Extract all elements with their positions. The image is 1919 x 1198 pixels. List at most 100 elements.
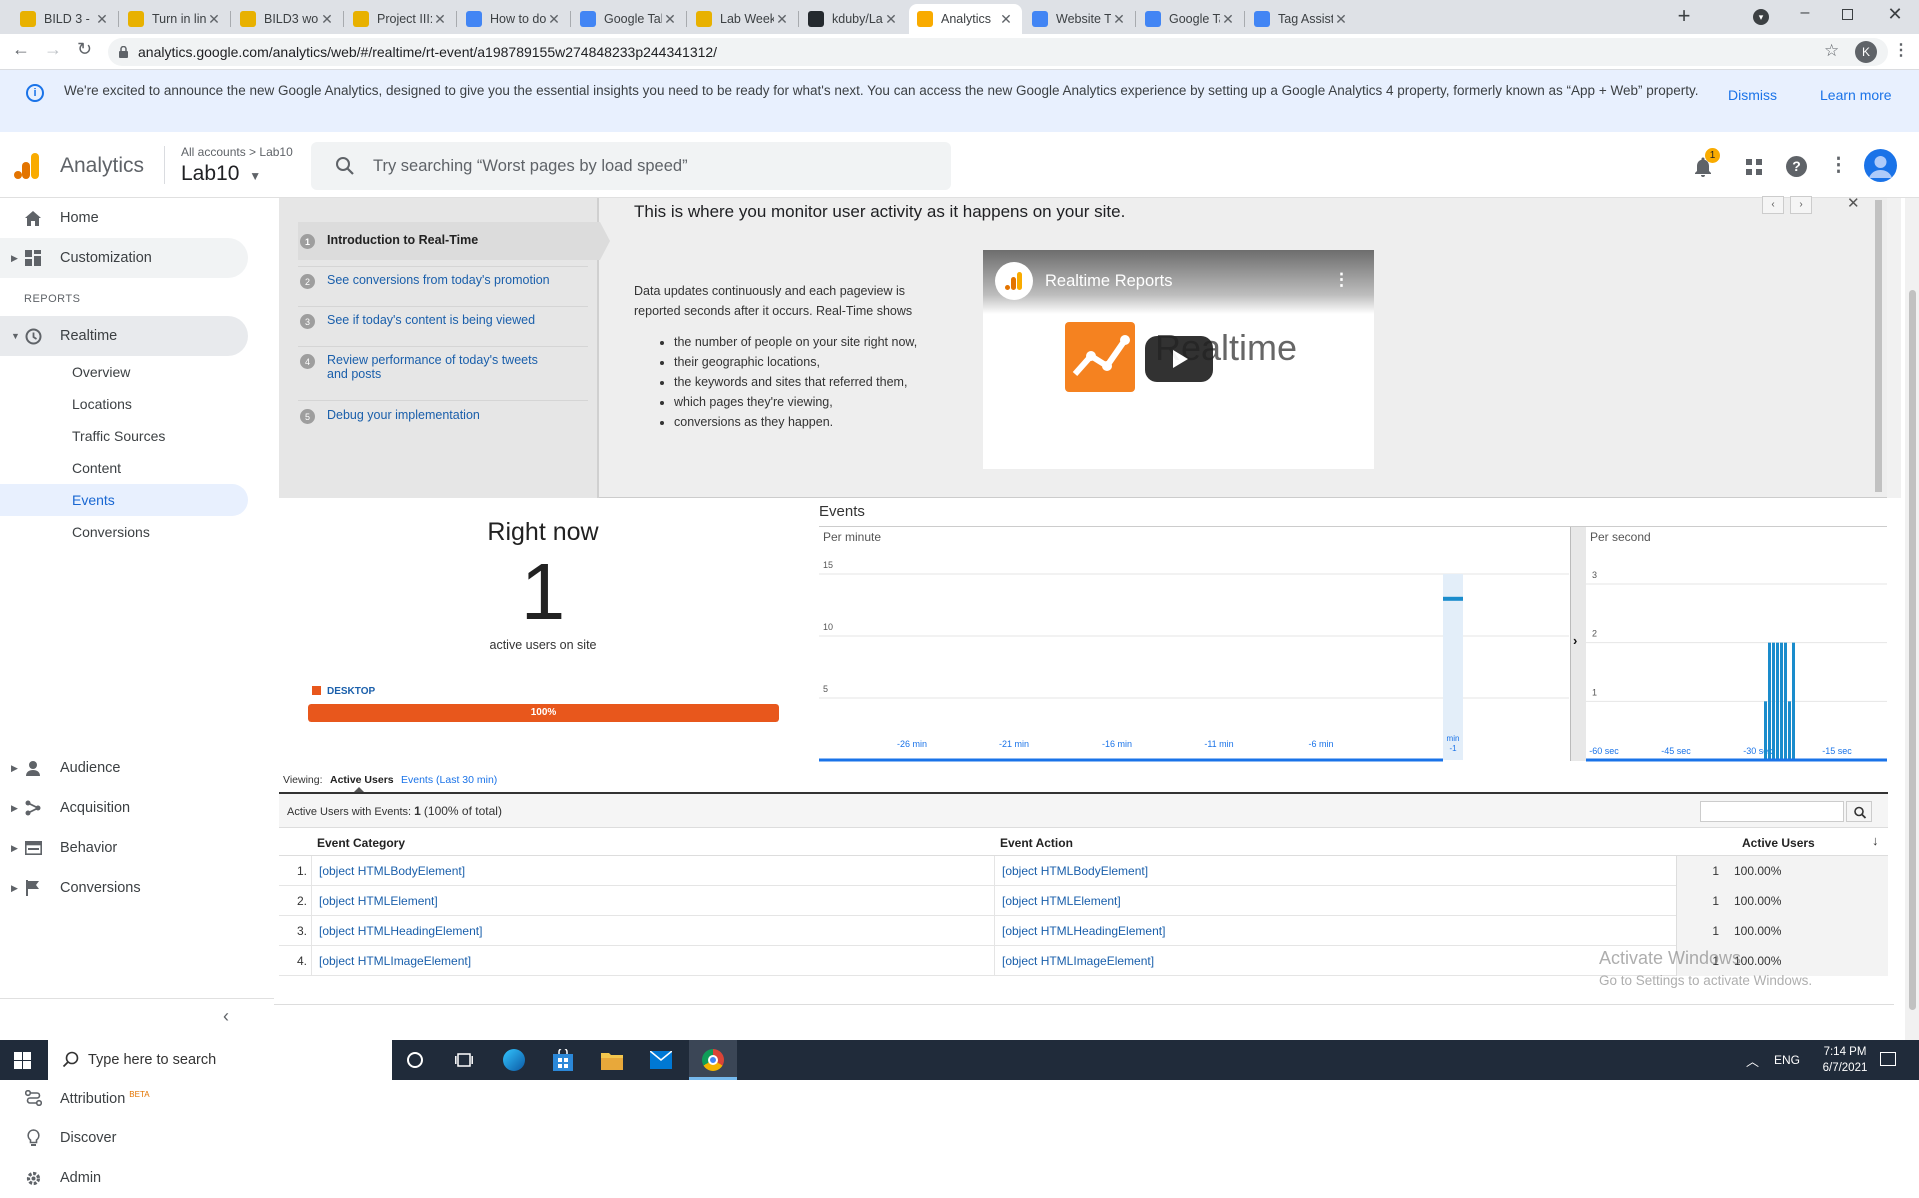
cortana-icon[interactable]: [407, 1052, 423, 1068]
language-indicator[interactable]: ENG: [1774, 1053, 1800, 1067]
taskbar-search-box[interactable]: Type here to search: [48, 1040, 392, 1080]
sidebar-subitem-overview[interactable]: Overview: [0, 356, 248, 388]
mail-icon[interactable]: [649, 1050, 673, 1069]
dismiss-button[interactable]: Dismiss: [1728, 85, 1777, 105]
browser-menu-icon[interactable]: ⋮: [1893, 40, 1909, 60]
tab-close-icon[interactable]: ✕: [432, 11, 448, 28]
collapse-sidebar-icon[interactable]: ‹: [223, 1006, 229, 1027]
browser-tab[interactable]: Tag Assistant✕: [1246, 4, 1357, 34]
event-action-link[interactable]: [object HTMLHeadingElement]: [1002, 924, 1165, 938]
breadcrumb-property[interactable]: Lab10: [259, 145, 292, 159]
tab-close-icon[interactable]: ✕: [1111, 11, 1127, 28]
new-tab-button[interactable]: +: [1673, 5, 1695, 28]
intro-step-2[interactable]: 2 See conversions from today's promotion: [300, 273, 590, 289]
sidebar-item-admin[interactable]: Admin: [0, 1158, 248, 1198]
play-button[interactable]: [1145, 336, 1213, 382]
browser-tab[interactable]: Lab Week 10✕: [688, 4, 798, 34]
close-window-button[interactable]: ✕: [1885, 4, 1905, 25]
sidebar-subitem-events[interactable]: Events: [0, 484, 248, 516]
breadcrumb[interactable]: All accounts > Lab10: [181, 145, 293, 159]
apps-grid-icon[interactable]: [1745, 158, 1763, 176]
browser-tab[interactable]: Project III: Pri✕: [345, 4, 456, 34]
event-category-link[interactable]: [object HTMLElement]: [319, 894, 438, 908]
forward-icon[interactable]: →: [44, 39, 62, 60]
event-category-link[interactable]: [object HTMLImageElement]: [319, 954, 471, 968]
tab-search-icon[interactable]: ▾: [1753, 9, 1769, 25]
account-avatar[interactable]: [1864, 149, 1897, 182]
profile-avatar[interactable]: K: [1855, 41, 1877, 63]
sidebar-item-customization[interactable]: ▶ Customization: [0, 238, 248, 278]
restore-window-button[interactable]: [1842, 9, 1853, 20]
reload-icon[interactable]: ↻: [77, 39, 92, 60]
property-selector[interactable]: Lab10 ▼: [181, 162, 261, 186]
sidebar-subitem-locations[interactable]: Locations: [0, 388, 248, 420]
browser-tab[interactable]: Website Tag M✕: [1024, 4, 1135, 34]
tray-chevron-icon[interactable]: ︿: [1746, 1051, 1759, 1070]
tab-close-icon[interactable]: ✕: [883, 11, 899, 28]
sort-descending-icon[interactable]: ↓: [1872, 833, 1879, 848]
browser-tab[interactable]: kduby/Lab10✕: [800, 4, 907, 34]
intro-step-5[interactable]: 5 Debug your implementation: [300, 408, 590, 424]
chart-expand-arrow-icon[interactable]: ›: [1573, 633, 1577, 648]
tab-close-icon[interactable]: ✕: [774, 11, 790, 28]
tab-close-icon[interactable]: ✕: [1333, 11, 1349, 28]
sidebar-item-acquisition[interactable]: ▶ Acquisition: [0, 788, 248, 828]
intro-step-3[interactable]: 3 See if today's content is being viewed: [300, 313, 590, 329]
file-explorer-icon[interactable]: [601, 1050, 623, 1070]
event-action-link[interactable]: [object HTMLElement]: [1002, 894, 1121, 908]
tab-close-icon[interactable]: ✕: [546, 11, 562, 28]
tab-close-icon[interactable]: ✕: [662, 11, 678, 28]
sidebar-subitem-traffic-sources[interactable]: Traffic Sources: [0, 420, 248, 452]
clock[interactable]: 7:14 PM 6/7/2021: [1810, 1044, 1880, 1076]
tab-close-icon[interactable]: ✕: [1220, 11, 1236, 28]
sidebar-item-realtime[interactable]: ▼ Realtime: [0, 316, 248, 356]
minimize-window-button[interactable]: –: [1795, 4, 1815, 22]
tab-close-icon[interactable]: ✕: [319, 11, 335, 28]
sidebar-item-conversions[interactable]: ▶ Conversions: [0, 868, 248, 908]
intro-prev-arrow[interactable]: ‹: [1762, 196, 1784, 214]
col-header-event-category[interactable]: Event Category: [317, 836, 405, 850]
browser-tab[interactable]: Analytics ✕: [909, 4, 1022, 34]
event-action-link[interactable]: [object HTMLImageElement]: [1002, 954, 1154, 968]
event-category-link[interactable]: [object HTMLHeadingElement]: [319, 924, 482, 938]
intro-close-icon[interactable]: ✕: [1847, 194, 1860, 212]
edge-icon[interactable]: [503, 1049, 525, 1071]
intro-scrollbar-thumb[interactable]: [1875, 200, 1882, 492]
video-menu-icon[interactable]: ⋮: [1333, 270, 1350, 290]
tab-events-last-30[interactable]: Events (Last 30 min): [401, 774, 497, 786]
sidebar-item-home[interactable]: Home: [0, 198, 248, 238]
browser-tab[interactable]: BILD 3 - Orga✕: [12, 4, 118, 34]
breadcrumb-all-accounts[interactable]: All accounts: [181, 145, 246, 159]
page-scrollbar-thumb[interactable]: [1909, 290, 1916, 1010]
more-options-icon[interactable]: ⋮: [1829, 154, 1848, 177]
browser-tab[interactable]: BILD3 worksh✕: [232, 4, 343, 34]
help-icon[interactable]: ?: [1786, 156, 1807, 177]
sidebar-subitem-conversions[interactable]: Conversions: [0, 516, 248, 548]
event-action-link[interactable]: [object HTMLBodyElement]: [1002, 864, 1148, 878]
task-view-icon[interactable]: [455, 1052, 473, 1068]
notification-center-icon[interactable]: [1880, 1052, 1896, 1066]
intro-step-1[interactable]: 1 Introduction to Real-Time: [300, 233, 590, 249]
col-header-active-users[interactable]: Active Users: [1742, 836, 1815, 850]
sidebar-item-audience[interactable]: ▶ Audience: [0, 748, 248, 788]
event-category-link[interactable]: [object HTMLBodyElement]: [319, 864, 465, 878]
sidebar-subitem-content[interactable]: Content: [0, 452, 248, 484]
tab-active-users[interactable]: Active Users: [330, 774, 394, 786]
tab-close-icon[interactable]: ✕: [998, 11, 1014, 28]
intro-next-arrow[interactable]: ›: [1790, 196, 1812, 214]
table-filter-input[interactable]: [1700, 801, 1844, 822]
sidebar-item-behavior[interactable]: ▶ Behavior: [0, 828, 248, 868]
back-icon[interactable]: ←: [12, 39, 30, 60]
store-icon[interactable]: [553, 1047, 573, 1071]
bookmark-star-icon[interactable]: ☆: [1824, 41, 1839, 61]
tab-close-icon[interactable]: ✕: [94, 11, 110, 28]
start-button[interactable]: [14, 1052, 31, 1069]
learn-more-link[interactable]: Learn more: [1820, 85, 1892, 105]
address-bar[interactable]: analytics.google.com/analytics/web/#/rea…: [108, 38, 1888, 66]
col-header-event-action[interactable]: Event Action: [1000, 836, 1073, 850]
chrome-taskbar-button[interactable]: [689, 1040, 737, 1080]
browser-tab[interactable]: How to down✕: [458, 4, 570, 34]
video-player[interactable]: Realtime Reports ⋮ Realtime: [983, 250, 1374, 469]
browser-tab[interactable]: Google Takeo✕: [572, 4, 686, 34]
tab-close-icon[interactable]: ✕: [206, 11, 222, 28]
